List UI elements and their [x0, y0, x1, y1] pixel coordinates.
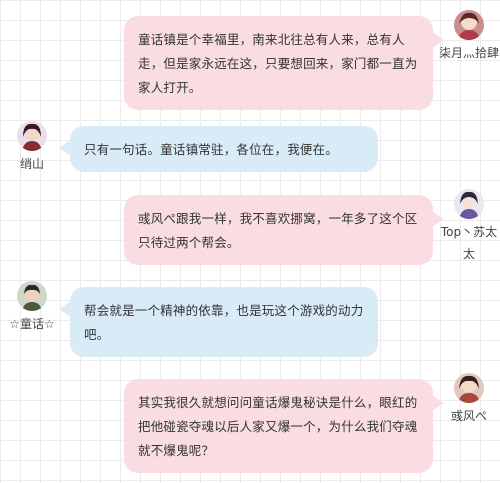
author-name: 彧风ぺ — [450, 409, 487, 423]
female-character-avatar-icon[interactable] — [454, 10, 484, 40]
message-bubble: 其实我很久就想问问童话爆鬼秘诀是什么，眼红的把他碰瓷夺魂以后人家又爆一个，为什么… — [124, 379, 444, 473]
author-name: 绡山 — [19, 157, 44, 171]
author-name: 柒月灬拾肆 — [438, 46, 499, 60]
message-bubble: 童话镇是个幸福里，南来北往总有人来，总有人走，但是家永远在这，只要想回来，家门都… — [124, 16, 444, 110]
female-character-avatar-icon[interactable] — [17, 121, 47, 151]
message-bubble: 彧风ぺ跟我一样，我不喜欢挪窝，一年多了这个区只待过两个帮会。 — [124, 195, 444, 265]
message-author[interactable]: ☆童话☆ — [0, 281, 64, 335]
male-character-avatar-icon[interactable] — [17, 281, 47, 311]
female-character-avatar-icon[interactable] — [454, 189, 484, 219]
message-author[interactable]: 彧风ぺ — [437, 373, 500, 427]
author-name: Top丶苏太太 — [440, 225, 498, 261]
female-character-avatar-icon[interactable] — [454, 373, 484, 403]
message-bubble: 只有一句话。童话镇常驻，各位在，我便在。 — [59, 126, 378, 172]
message-author[interactable]: 绡山 — [0, 121, 64, 175]
author-name: ☆童话☆ — [9, 317, 55, 331]
message-bubble: 帮会就是一个精神的依靠，也是玩这个游戏的动力吧。 — [59, 287, 378, 357]
message-author[interactable]: 柒月灬拾肆 — [437, 10, 500, 64]
message-author[interactable]: Top丶苏太太 — [437, 189, 500, 265]
